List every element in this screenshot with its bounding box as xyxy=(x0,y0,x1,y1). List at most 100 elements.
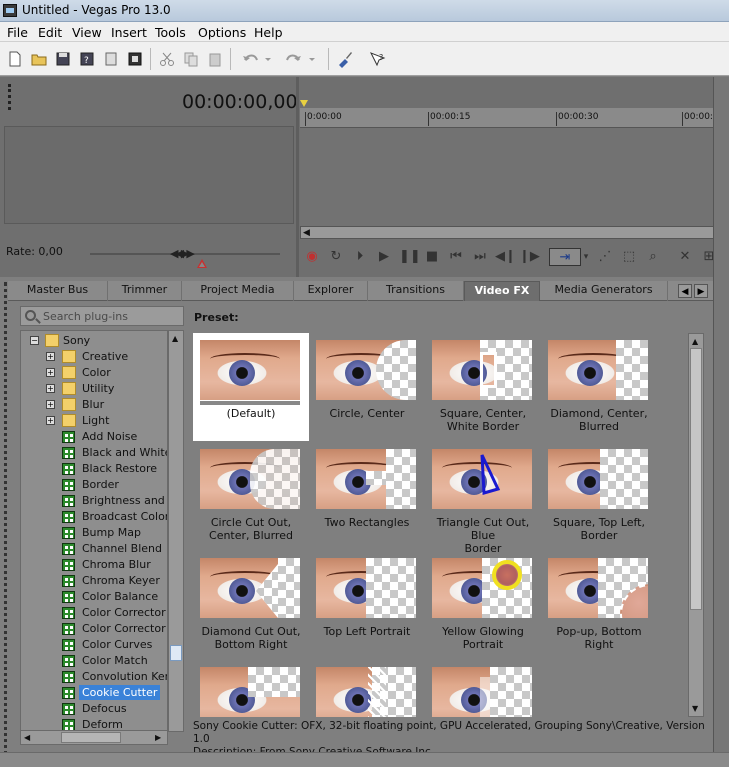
play-icon[interactable]: ▶ xyxy=(375,248,393,266)
tab-trimmer[interactable]: Trimmer xyxy=(108,281,182,301)
expand-icon[interactable]: + xyxy=(46,400,55,409)
scroll-up-icon[interactable]: ▲ xyxy=(692,337,698,346)
expand-icon[interactable]: + xyxy=(46,416,55,425)
delete-icon[interactable]: ✕ xyxy=(676,248,694,266)
brush-icon[interactable] xyxy=(336,50,354,68)
time-ruler[interactable]: 0:00:00 00:00:15 00:00:30 00:00:45 xyxy=(300,108,725,128)
chevron-down-icon[interactable]: ▾ xyxy=(580,248,592,266)
preset-thumbnail[interactable]: Circle, Center xyxy=(309,333,425,441)
new-icon[interactable] xyxy=(6,50,24,68)
zoom-tool-icon[interactable]: ⌕ xyxy=(644,248,662,266)
preset-thumbnail[interactable]: Top Left Portrait xyxy=(309,551,425,659)
menu-view[interactable]: View xyxy=(72,25,102,40)
menu-options[interactable]: Options xyxy=(198,25,246,40)
tree-plugin[interactable]: Defocus xyxy=(21,701,167,717)
menu-file[interactable]: File xyxy=(7,25,28,40)
menu-insert[interactable]: Insert xyxy=(111,25,147,40)
selection-tool-icon[interactable]: ⬚ xyxy=(620,248,638,266)
tab-explorer[interactable]: Explorer xyxy=(294,281,368,301)
envelope-tool-icon[interactable]: ⋰ xyxy=(596,248,614,266)
whats-this-help-icon[interactable]: ? xyxy=(368,50,386,68)
tree-plugin[interactable]: Channel Blend xyxy=(21,541,167,557)
tree-plugin[interactable]: Chroma Blur xyxy=(21,557,167,573)
expand-icon[interactable]: + xyxy=(46,384,55,393)
playhead-marker[interactable] xyxy=(300,100,308,107)
render-icon[interactable] xyxy=(102,50,120,68)
preset-thumbnail[interactable]: Diamond, Center, Blurred xyxy=(541,333,657,441)
preset-thumbnail[interactable] xyxy=(193,660,309,717)
scroll-left-icon[interactable]: ◀ xyxy=(24,733,30,742)
menu-edit[interactable]: Edit xyxy=(38,25,62,40)
search-box[interactable] xyxy=(20,306,184,326)
tree-plugin-selected[interactable]: Cookie Cutter xyxy=(21,685,167,701)
tree-plugin[interactable]: Color Match xyxy=(21,653,167,669)
scroll-up-icon[interactable]: ▲ xyxy=(172,334,178,343)
go-to-end-icon[interactable]: ⏭ xyxy=(471,248,489,266)
pane-splitter[interactable] xyxy=(296,77,299,277)
loop-playback-icon[interactable]: ↻ xyxy=(327,248,345,266)
record-icon[interactable]: ◉ xyxy=(303,248,321,266)
properties-icon[interactable]: ? xyxy=(78,50,96,68)
tree-vertical-scrollbar[interactable]: ▲ xyxy=(168,330,184,732)
scroll-thumb[interactable] xyxy=(690,348,702,610)
pause-icon[interactable]: ❚❚ xyxy=(399,248,421,266)
tab-master-bus[interactable]: Master Bus xyxy=(8,281,108,301)
tree-plugin[interactable]: Chroma Keyer xyxy=(21,573,167,589)
undo-icon[interactable] xyxy=(240,50,274,68)
dock-grip[interactable] xyxy=(8,84,11,110)
scroll-thumb[interactable] xyxy=(61,732,121,743)
open-folder-icon[interactable] xyxy=(30,50,48,68)
tab-scroll-right-icon[interactable]: ▶ xyxy=(694,284,708,298)
tree-plugin[interactable]: Color Balance xyxy=(21,589,167,605)
dock-grip[interactable] xyxy=(4,282,14,762)
preset-thumbnail[interactable]: Diamond Cut Out, Bottom Right xyxy=(193,551,309,659)
expand-icon[interactable]: + xyxy=(46,352,55,361)
track-list-area[interactable] xyxy=(4,126,294,224)
tree-plugin[interactable]: Border xyxy=(21,477,167,493)
tab-scroll-left-icon[interactable]: ◀ xyxy=(678,284,692,298)
timeline-scrollbar[interactable]: ◀ xyxy=(300,226,725,239)
play-from-start-icon[interactable]: ⏵ xyxy=(351,248,369,266)
tree-plugin[interactable]: Convolution Kerne xyxy=(21,669,167,685)
tree-plugin[interactable]: Color Curves xyxy=(21,637,167,653)
preset-thumbnail[interactable] xyxy=(309,660,425,717)
tree-folder[interactable]: + Utility xyxy=(21,381,167,397)
preset-thumbnail[interactable]: Square, Center, White Border xyxy=(425,333,541,441)
tab-project-media[interactable]: Project Media xyxy=(182,281,294,301)
paste-icon[interactable] xyxy=(206,50,224,68)
preset-thumbnail[interactable]: Square, Top Left, Border xyxy=(541,442,657,550)
stop-icon[interactable]: ■ xyxy=(423,248,441,266)
tab-transitions[interactable]: Transitions xyxy=(368,281,464,301)
next-frame-icon[interactable]: ❙▶ xyxy=(519,248,540,266)
cut-icon[interactable] xyxy=(158,50,176,68)
tree-folder[interactable]: + Blur xyxy=(21,397,167,413)
tree-plugin[interactable]: Broadcast Colors xyxy=(21,509,167,525)
tree-folder[interactable]: + Light xyxy=(21,413,167,429)
tree-plugin[interactable]: Bump Map xyxy=(21,525,167,541)
scroll-thumb[interactable] xyxy=(170,645,182,661)
collapse-icon[interactable]: − xyxy=(30,336,39,345)
save-icon[interactable] xyxy=(54,50,72,68)
preset-vertical-scrollbar[interactable]: ▲ ▼ xyxy=(688,333,704,717)
expand-icon[interactable]: + xyxy=(46,368,55,377)
preset-thumbnail[interactable]: Circle Cut Out, Center, Blurred xyxy=(193,442,309,550)
preset-thumbnail[interactable]: Triangle Cut Out, Blue Border xyxy=(425,442,541,555)
tree-horizontal-scrollbar[interactable]: ◀ ▶ xyxy=(20,730,168,745)
preset-thumbnail[interactable] xyxy=(425,660,541,717)
scroll-down-icon[interactable]: ▼ xyxy=(692,704,698,713)
tree-folder[interactable]: + Creative xyxy=(21,349,167,365)
search-input[interactable] xyxy=(43,309,181,323)
tree-plugin[interactable]: Black and White xyxy=(21,445,167,461)
preset-thumbnail[interactable]: Two Rectangles xyxy=(309,442,425,550)
scroll-left-icon[interactable]: ◀ xyxy=(303,228,310,238)
rate-slider-handle[interactable]: ◀◀▶▶ xyxy=(170,247,195,260)
tree-plugin[interactable]: Brightness and Co xyxy=(21,493,167,509)
redo-icon[interactable] xyxy=(284,50,318,68)
menu-help[interactable]: Help xyxy=(254,25,283,40)
timeline-tracks[interactable] xyxy=(300,128,725,226)
media-icon[interactable] xyxy=(126,50,144,68)
tree-plugin[interactable]: Color Corrector (S xyxy=(21,621,167,637)
vegas-app-icon[interactable] xyxy=(3,4,17,17)
preset-thumbnail[interactable]: Yellow Glowing Portrait xyxy=(425,551,541,659)
normal-edit-tool-icon[interactable]: ⇥ xyxy=(549,248,581,266)
